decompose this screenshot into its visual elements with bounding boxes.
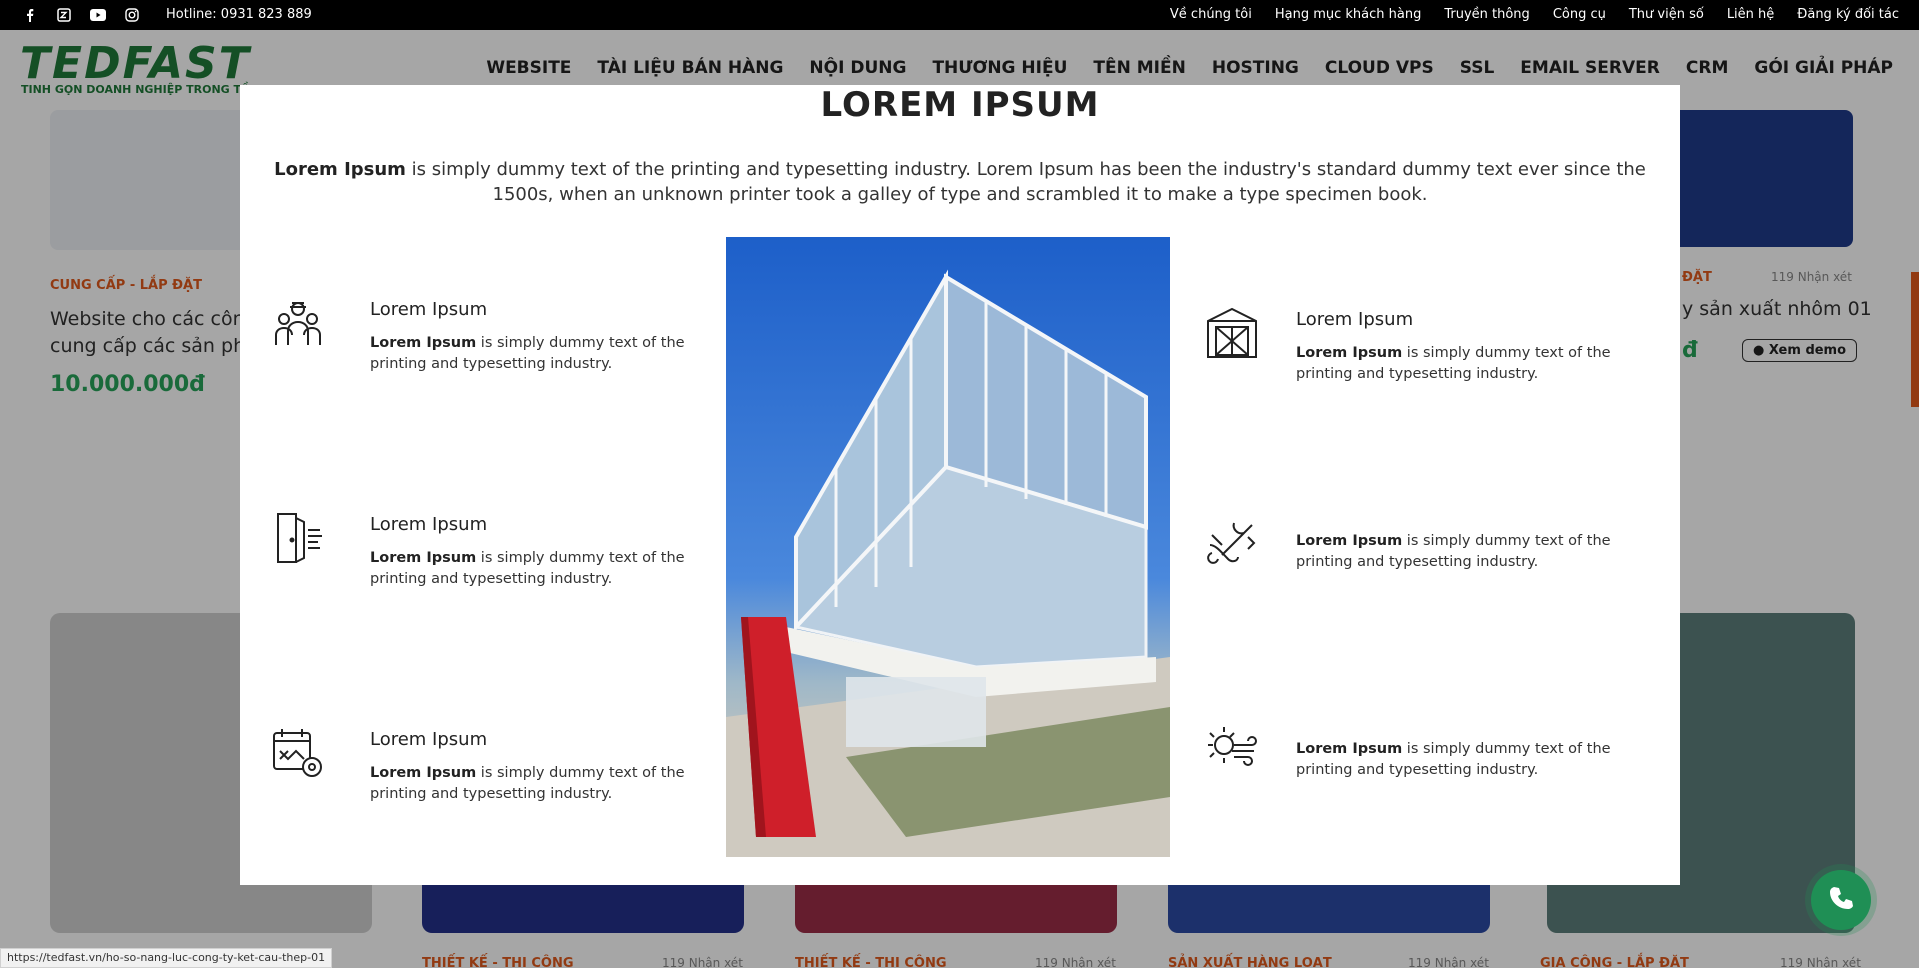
building-photo <box>726 237 1170 857</box>
top-link-media[interactable]: Truyền thông <box>1444 7 1529 22</box>
tools-hand-icon <box>1204 515 1262 573</box>
info-modal: LOREM IPSUM Lorem Ipsum is simply dummy … <box>240 85 1680 885</box>
feature-text: Lorem Ipsum is simply dummy text of the … <box>370 765 685 802</box>
calendar-gear-icon <box>270 725 328 783</box>
warehouse-icon <box>1204 305 1262 363</box>
instagram-icon[interactable] <box>123 6 141 24</box>
modal-title: LOREM IPSUM <box>820 85 1100 125</box>
feature-text: Lorem Ipsum is simply dummy text of the … <box>1296 345 1611 382</box>
facebook-icon[interactable] <box>21 6 39 24</box>
top-link-tools[interactable]: Công cụ <box>1553 7 1606 22</box>
top-link-customers[interactable]: Hạng mục khách hàng <box>1275 7 1422 22</box>
feature-title: Lorem Ipsum <box>370 729 488 750</box>
zalo-icon[interactable] <box>55 6 73 24</box>
top-links: Về chúng tôi Hạng mục khách hàng Truyền … <box>1170 7 1899 22</box>
top-link-library[interactable]: Thư viện số <box>1629 7 1704 22</box>
top-bar: Hotline: 0931 823 889 Về chúng tôi Hạng … <box>0 0 1919 30</box>
youtube-icon[interactable] <box>89 6 107 24</box>
status-bar-url: https://tedfast.vn/ho-so-nang-luc-cong-t… <box>0 948 333 968</box>
workers-icon <box>270 295 328 353</box>
top-link-contact[interactable]: Liên hệ <box>1727 7 1774 22</box>
feature-text: Lorem Ipsum is simply dummy text of the … <box>370 550 685 587</box>
feature-text: Lorem Ipsum is simply dummy text of the … <box>370 335 685 372</box>
feature-title: Lorem Ipsum <box>370 514 488 535</box>
phone-icon <box>1828 885 1854 915</box>
top-link-partner[interactable]: Đăng ký đối tác <box>1797 7 1899 22</box>
hotline-text[interactable]: Hotline: 0931 823 889 <box>166 7 312 22</box>
door-wind-icon <box>270 510 328 568</box>
feature-text: Lorem Ipsum is simply dummy text of the … <box>1296 533 1611 570</box>
feature-text: Lorem Ipsum is simply dummy text of the … <box>1296 741 1611 778</box>
feature-title: Lorem Ipsum <box>370 299 488 320</box>
feature-title: Lorem Ipsum <box>1296 309 1414 330</box>
modal-intro: Lorem Ipsum is simply dummy text of the … <box>274 159 1646 205</box>
call-button[interactable] <box>1811 870 1871 930</box>
sun-wind-icon <box>1204 721 1262 779</box>
top-link-about[interactable]: Về chúng tôi <box>1170 7 1252 22</box>
